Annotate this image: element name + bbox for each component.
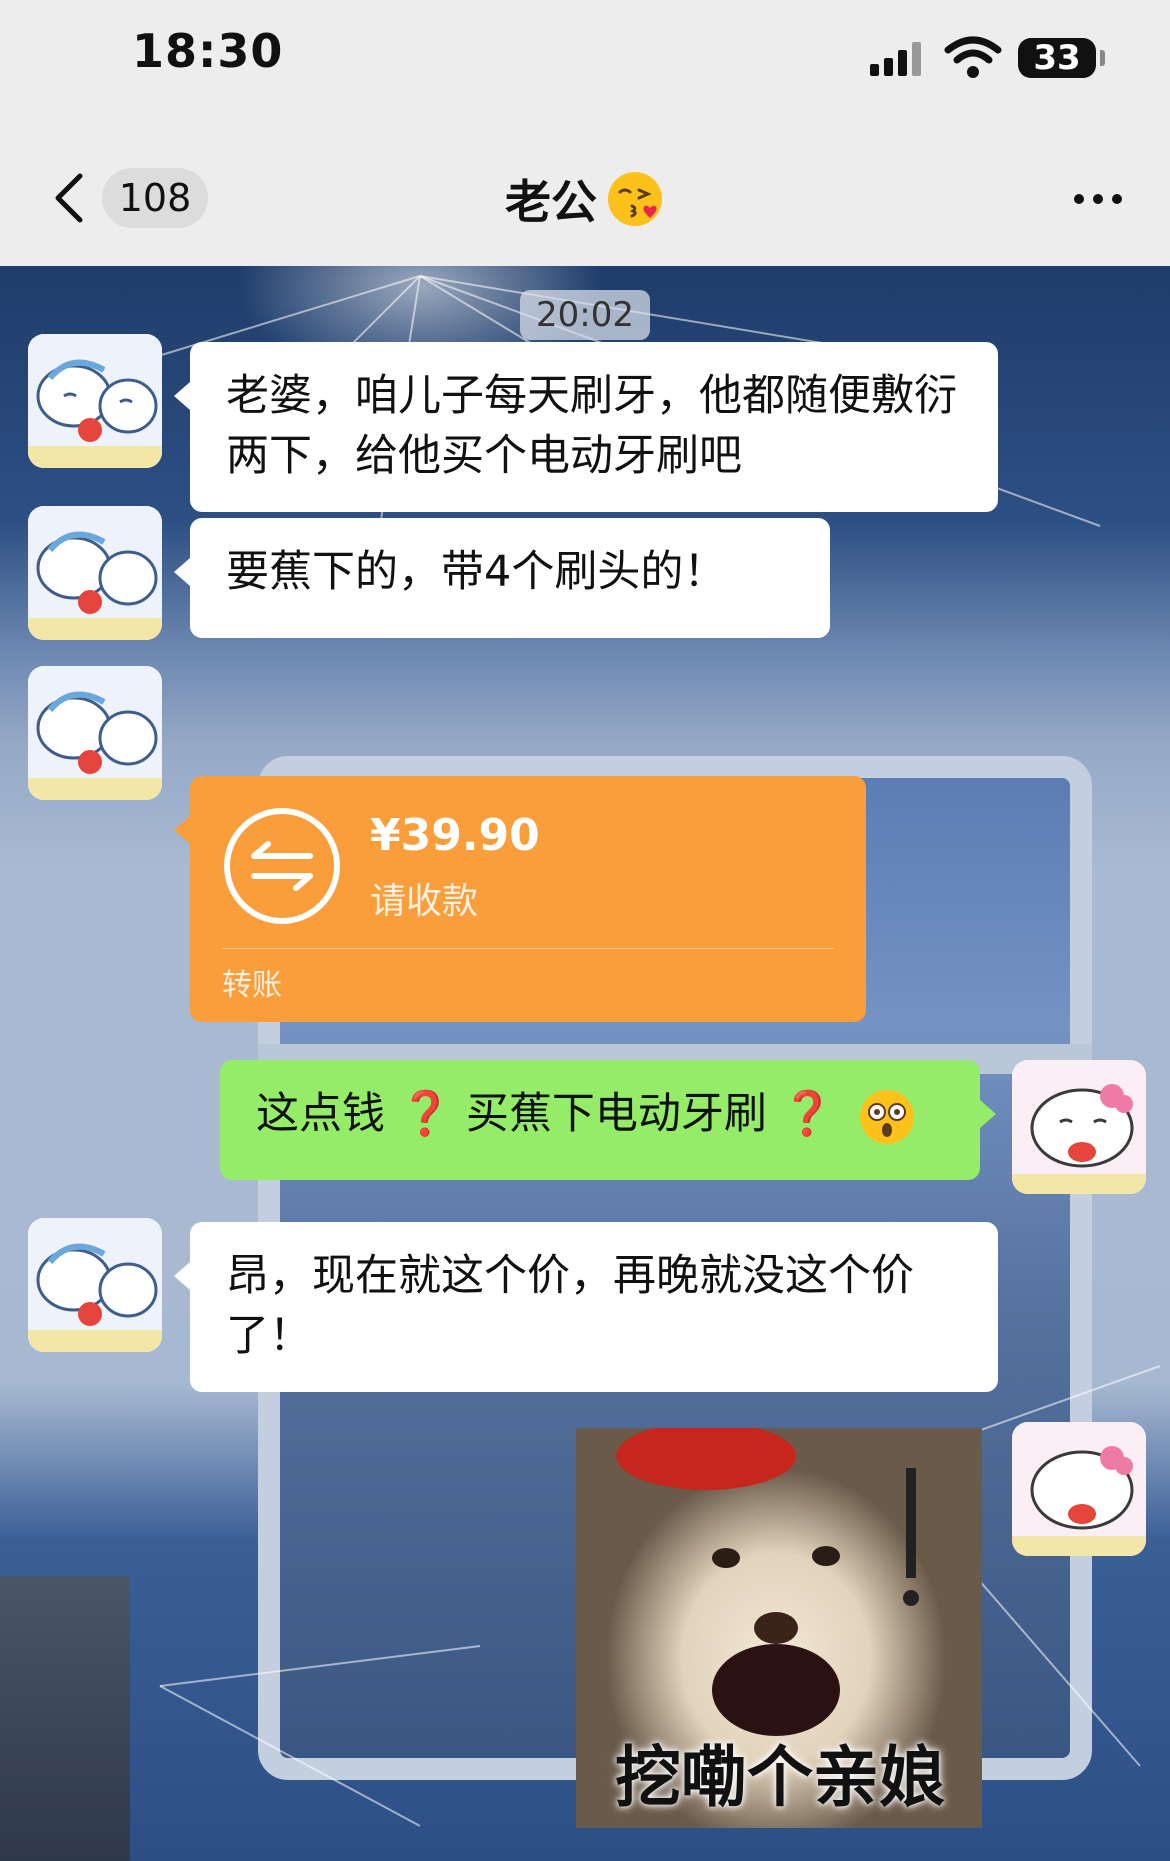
message-text-part: 这点钱 [256, 1089, 385, 1139]
battery-tip [1100, 50, 1105, 66]
chat-title: 老公 [505, 175, 597, 229]
contact-avatar[interactable] [28, 334, 162, 468]
message-text: 老婆，咱儿子每天刷牙，他都随便敷衍两下，给他买个电动牙刷吧 [226, 371, 957, 481]
flushed-face-emoji-icon [859, 1089, 914, 1144]
message-bubble[interactable]: 要蕉下的，带4个刷头的！ [174, 518, 830, 638]
my-avatar[interactable] [1012, 1422, 1146, 1556]
kitty-avatar-icon [1012, 1422, 1146, 1556]
message-timestamp: 20:02 [520, 290, 650, 340]
wifi-icon [944, 36, 1002, 78]
contact-avatar[interactable] [28, 506, 162, 640]
back-chevron-icon[interactable] [50, 172, 90, 224]
meme-sticker[interactable]: 挖嘞个亲娘 [576, 1428, 982, 1828]
chat-header: 108 老公 [0, 120, 1170, 266]
message-bubble[interactable]: 昂，现在就这个价，再晚就没这个价了！ [174, 1222, 998, 1392]
red-question-mark-icon: ❓ [780, 1089, 835, 1139]
message-text: 昂，现在就这个价，再晚就没这个价了！ [226, 1251, 914, 1361]
sticker-caption: 挖嘞个亲娘 [615, 1739, 945, 1816]
message-text: 要蕉下的，带4个刷头的！ [226, 547, 727, 597]
contact-avatar[interactable] [28, 1218, 162, 1352]
transfer-arrows-icon [224, 808, 340, 924]
status-bar: 18:30 33 [0, 0, 1170, 120]
cellular-signal-icon [870, 40, 921, 76]
chat-message-list[interactable]: 20:02 老婆，咱儿子每天刷牙，他都随便敷衍两下，给他买个电动牙刷吧 要蕉下的… [0, 266, 1170, 1861]
more-options-icon[interactable] [1074, 194, 1122, 204]
battery-icon: 33 [1018, 38, 1096, 78]
transfer-amount: ¥39.90 [370, 810, 540, 861]
status-time: 18:30 [132, 24, 284, 78]
unread-count-badge[interactable]: 108 [102, 168, 208, 228]
transfer-status: 请收款 [370, 881, 479, 922]
hamster-avatar-icon [28, 1218, 162, 1352]
hamster-avatar-icon [28, 506, 162, 640]
red-question-mark-icon: ❓ [398, 1089, 453, 1139]
hamster-avatar-icon [28, 334, 162, 468]
battery-level: 33 [1033, 38, 1081, 78]
transfer-label: 转账 [222, 968, 282, 1003]
kissing-heart-emoji-icon [608, 172, 662, 226]
contact-avatar[interactable] [28, 666, 162, 800]
my-message-bubble[interactable]: 这点钱 ❓ 买蕉下电动牙刷 ❓ [220, 1060, 996, 1180]
transfer-card[interactable]: ¥39.90 请收款 转账 [174, 776, 866, 1022]
message-text-part: 买蕉下电动牙刷 [465, 1089, 767, 1139]
transfer-divider [222, 948, 834, 949]
my-avatar[interactable] [1012, 1060, 1146, 1194]
kitty-avatar-icon [1012, 1060, 1146, 1194]
message-bubble[interactable]: 老婆，咱儿子每天刷牙，他都随便敷衍两下，给他买个电动牙刷吧 [174, 342, 998, 512]
hamster-avatar-icon [28, 666, 162, 800]
